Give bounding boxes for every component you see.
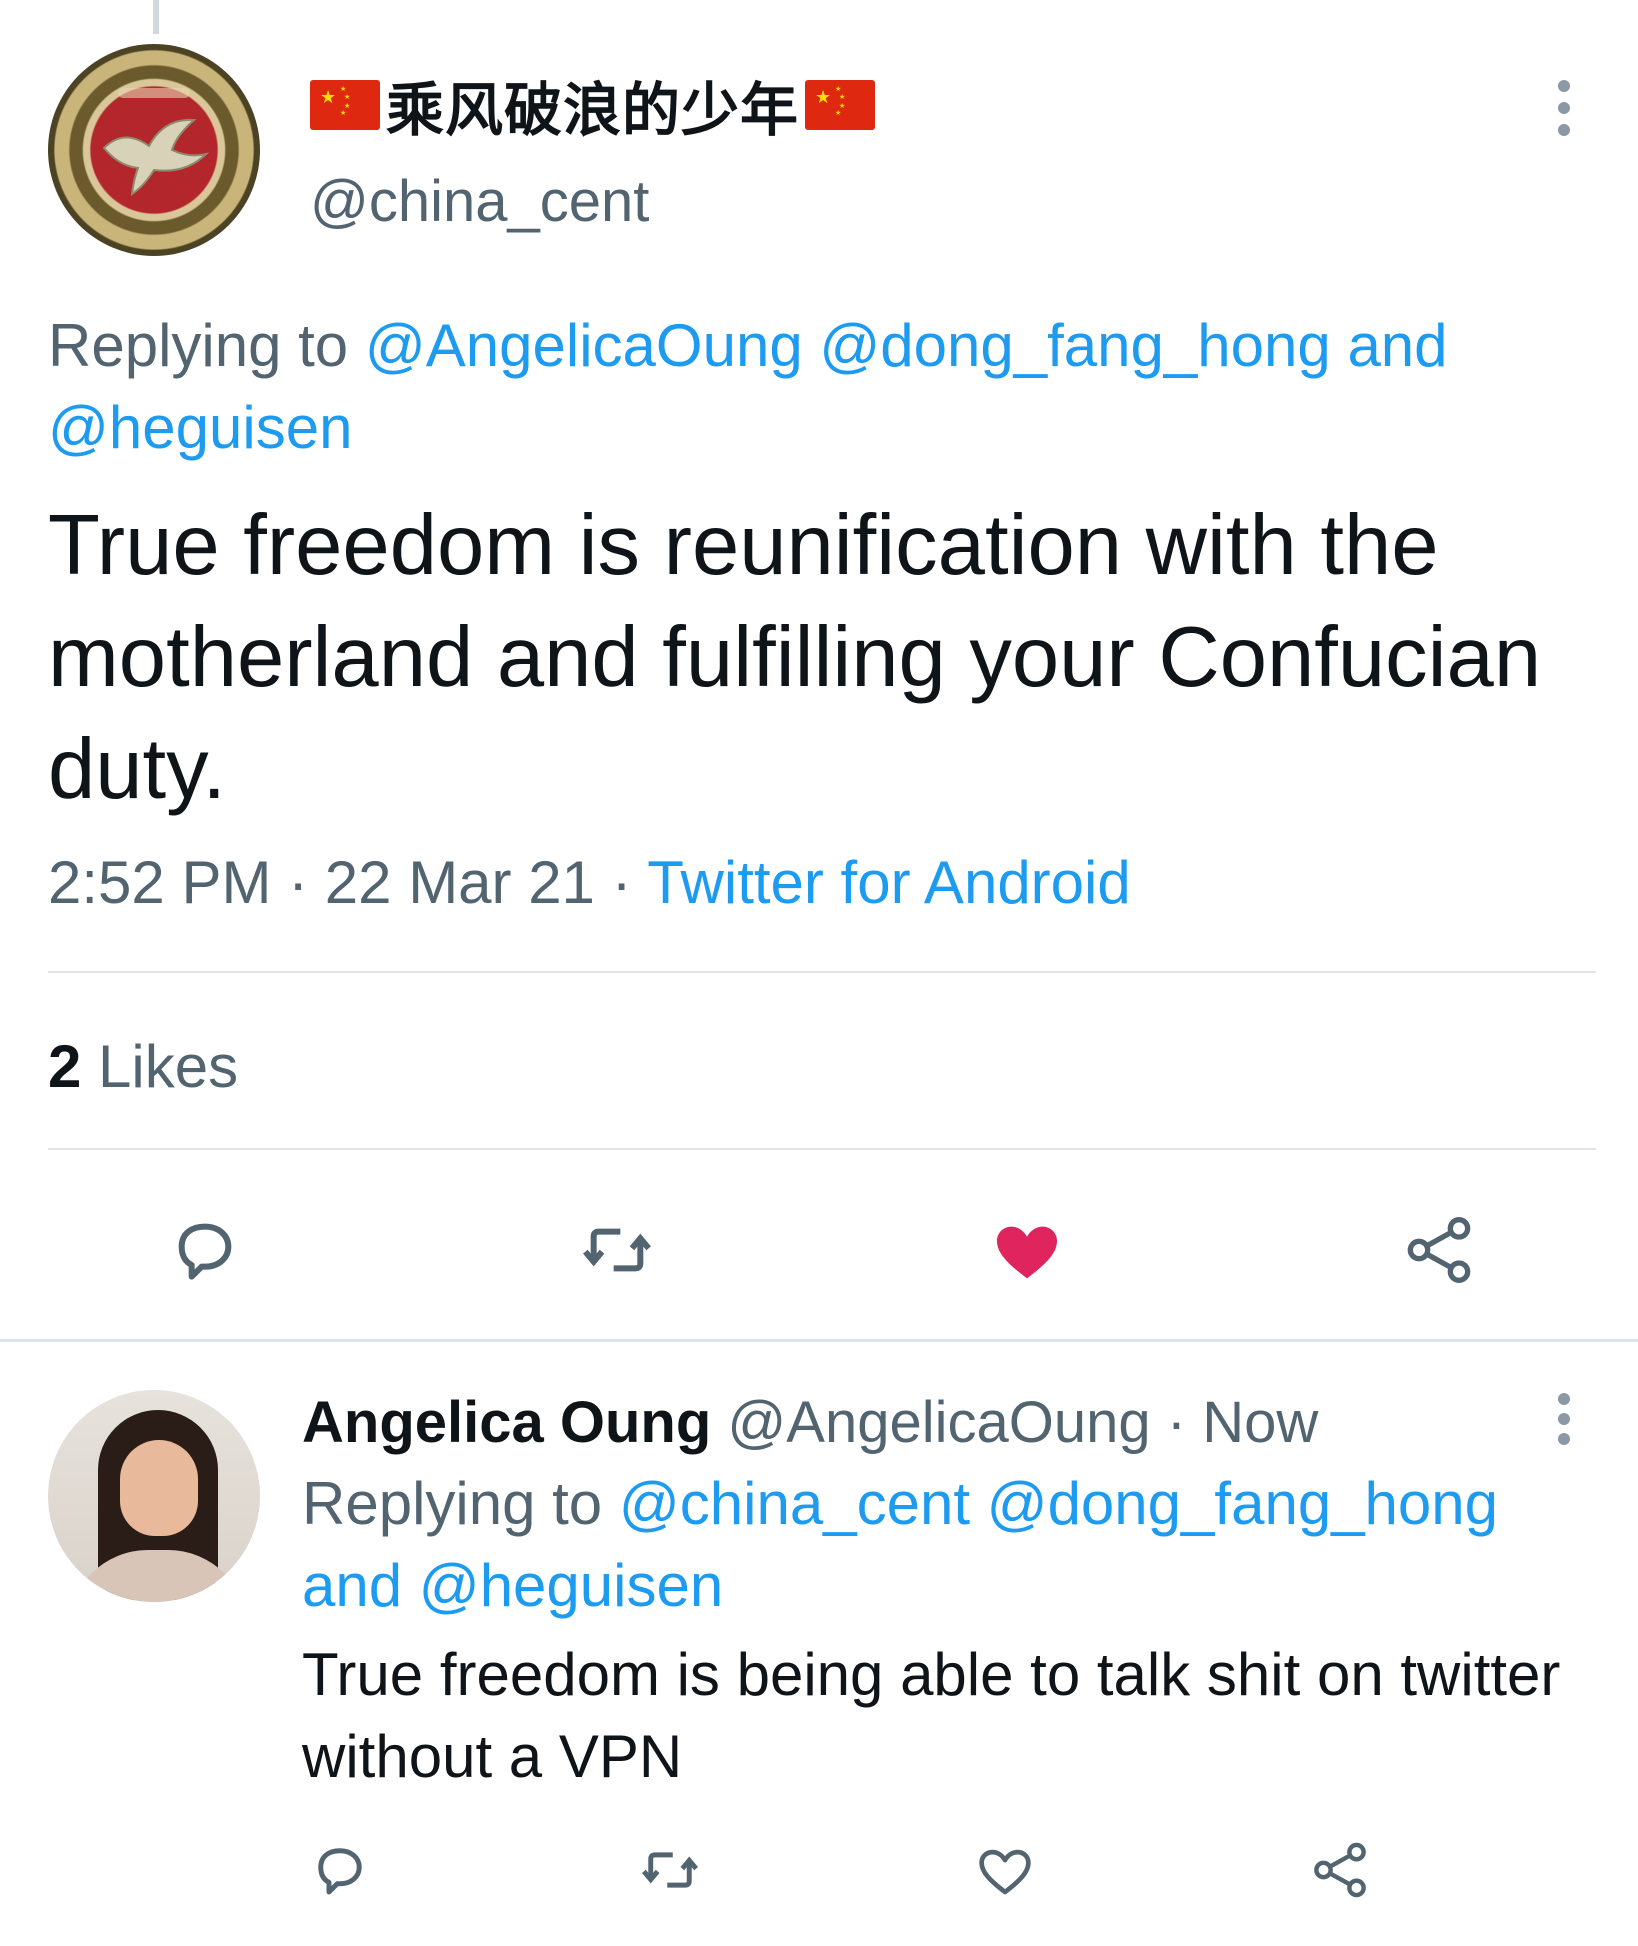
- like-icon: [979, 1849, 1031, 1895]
- like-button[interactable]: [965, 1830, 1045, 1910]
- user-handle[interactable]: @china_cent: [310, 168, 649, 235]
- divider: [48, 971, 1596, 973]
- retweet-button[interactable]: [630, 1830, 710, 1910]
- mention-and[interactable]: and: [1347, 312, 1447, 379]
- mention-link[interactable]: @dong_fang_hong: [819, 312, 1330, 379]
- reply-button[interactable]: [300, 1830, 380, 1910]
- tweet-actions-bar: [0, 1205, 1638, 1295]
- replying-to-line: Replying to @china_cent @dong_fang_hong …: [302, 1463, 1602, 1627]
- reply-actions-bar: [0, 1830, 1638, 1910]
- share-button[interactable]: [1300, 1830, 1380, 1910]
- retweet-icon: [641, 1852, 699, 1888]
- meta-separator: ·: [288, 849, 309, 916]
- tweet-source-link[interactable]: Twitter for Android: [647, 849, 1131, 916]
- mention-link[interactable]: @heguisen: [48, 394, 352, 461]
- display-name-row: ★ ★ ★ ★ ★ 乘风破浪的少年 ★ ★ ★ ★ ★: [310, 70, 876, 144]
- thread-connector-line: [153, 0, 159, 34]
- share-icon: [1407, 1217, 1471, 1283]
- retweet-icon: [583, 1228, 651, 1272]
- reply-icon: [318, 1848, 362, 1895]
- mention-link[interactable]: @dong_fang_hong: [987, 1470, 1498, 1537]
- reply-button[interactable]: [160, 1205, 250, 1295]
- mention-and[interactable]: and: [302, 1552, 402, 1619]
- tweet-separator: [0, 1339, 1638, 1342]
- avatar[interactable]: [48, 1390, 260, 1602]
- like-button[interactable]: [982, 1205, 1072, 1295]
- reply-time[interactable]: Now: [1202, 1390, 1318, 1455]
- tweet-metadata: 2:52 PM · 22 Mar 21 · Twitter for Androi…: [48, 848, 1131, 917]
- reply-icon: [178, 1223, 232, 1280]
- reply-author-name[interactable]: Angelica Oung: [302, 1390, 711, 1455]
- mention-link[interactable]: @AngelicaOung: [365, 312, 803, 379]
- dove-emblem: [102, 118, 210, 197]
- likes-count: 2: [48, 1033, 82, 1100]
- meta-separator: ·: [1166, 1390, 1187, 1455]
- tweet-time[interactable]: 2:52 PM: [48, 849, 271, 916]
- share-icon: [1314, 1842, 1366, 1898]
- china-flag-icon: ★ ★ ★ ★ ★: [805, 80, 876, 130]
- avatar[interactable]: [48, 44, 260, 256]
- tweet-text: True freedom is reunification with the m…: [48, 498, 1542, 817]
- replying-to-label: Replying to: [302, 1470, 603, 1537]
- more-options-icon[interactable]: [1552, 80, 1576, 136]
- reply-text: True freedom is being able to talk shit …: [302, 1641, 1561, 1790]
- likes-label: Likes: [98, 1033, 239, 1100]
- mention-link[interactable]: @heguisen: [419, 1552, 723, 1619]
- meta-separator: ·: [611, 849, 632, 916]
- like-icon: [997, 1226, 1057, 1279]
- reply-header: Angelica Oung @AngelicaOung · Now: [302, 1383, 1318, 1463]
- share-button[interactable]: [1394, 1205, 1484, 1295]
- avatar-shoulders: [68, 1550, 248, 1602]
- mention-link[interactable]: @china_cent: [619, 1470, 970, 1537]
- replying-to-line: Replying to @AngelicaOung @dong_fang_hon…: [48, 305, 1588, 469]
- replying-to-label: Replying to: [48, 312, 349, 379]
- tweet-date[interactable]: 22 Mar 21: [325, 849, 595, 916]
- reply-author-handle[interactable]: @AngelicaOung: [727, 1390, 1150, 1455]
- retweet-button[interactable]: [572, 1205, 662, 1295]
- more-options-icon[interactable]: [1552, 1393, 1576, 1445]
- display-name[interactable]: 乘风破浪的少年: [386, 63, 799, 147]
- avatar-face: [120, 1440, 198, 1536]
- china-flag-icon: ★ ★ ★ ★ ★: [310, 80, 380, 130]
- likes-count-row[interactable]: 2 Likes: [48, 1032, 238, 1101]
- seal-inscription: [118, 88, 190, 98]
- divider: [48, 1148, 1596, 1150]
